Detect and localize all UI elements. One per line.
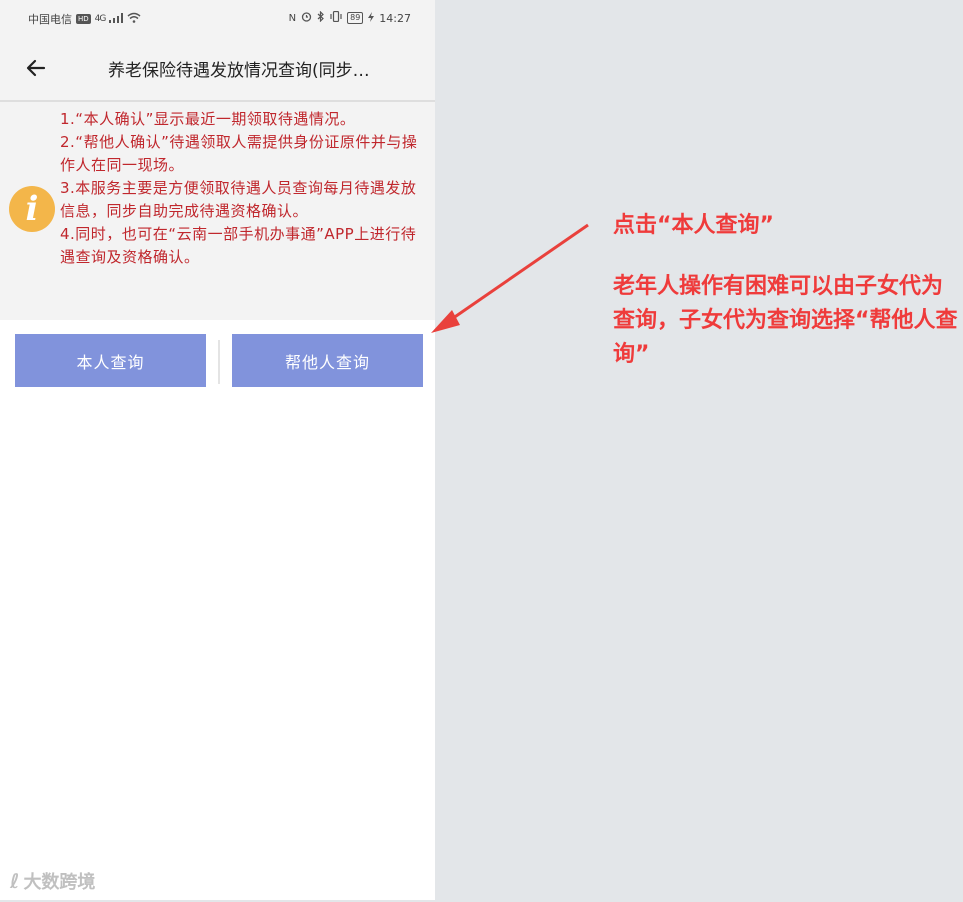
bluetooth-icon [317, 10, 325, 25]
self-query-button[interactable]: 本人查询 [15, 334, 206, 387]
notice-line-1: 1.“本人确认”显示最近一期领取待遇情况。 [60, 110, 356, 128]
watermark: ℓ 大数跨境 [10, 868, 95, 894]
nfc-icon: N [288, 12, 297, 24]
info-icon: i [9, 186, 55, 232]
status-left: 中国电信 HD 4G [28, 11, 141, 27]
watermark-logo: ℓ [10, 869, 20, 893]
notice-text: 1.“本人确认”显示最近一期领取待遇情况。 2.“帮他人确认”待遇领取人需提供身… [60, 108, 428, 269]
annotation-elder-hint: 老年人操作有困难可以由子女代为查询，子女代为查询选择“帮他人查询” [613, 274, 958, 367]
signal-indicator: 4G [94, 14, 107, 24]
other-query-button[interactable]: 帮他人查询 [232, 334, 423, 387]
alarm-icon [301, 11, 312, 25]
back-button[interactable] [20, 52, 52, 84]
status-right: N 89 14:27 [288, 10, 411, 25]
battery-icon: 89 [347, 12, 364, 24]
clock-time: 14:27 [379, 11, 411, 25]
annotation-click-hint: 点击“本人查询” [613, 213, 774, 238]
carrier-name: 中国电信 [28, 13, 72, 26]
hd-badge: HD [76, 14, 91, 24]
app-header: 养老保险待遇发放情况查询(同步… [0, 36, 435, 102]
back-arrow-icon [26, 59, 46, 77]
vibrate-icon [330, 10, 342, 25]
notice-line-4: 4.同时，也可在“云南一部手机办事通”APP上进行待遇查询及资格确认。 [60, 225, 417, 266]
status-bar: 中国电信 HD 4G N 89 14:27 [0, 0, 435, 36]
page-title: 养老保险待遇发放情况查询(同步… [108, 61, 370, 81]
wifi-icon [127, 12, 141, 26]
watermark-text: 大数跨境 [23, 872, 96, 893]
phone-screen: 中国电信 HD 4G N 89 14:27 养老保险待遇发放情况查询(同步… i… [0, 0, 435, 900]
notice-line-2: 2.“帮他人确认”待遇领取人需提供身份证原件并与操作人在同一现场。 [60, 133, 418, 174]
button-divider [218, 340, 220, 384]
signal-bars-icon [109, 12, 124, 26]
notice-line-3: 3.本服务主要是方便领取待遇人员查询每月待遇发放信息，同步自助完成待遇资格确认。 [60, 179, 417, 220]
charging-icon [368, 11, 375, 25]
